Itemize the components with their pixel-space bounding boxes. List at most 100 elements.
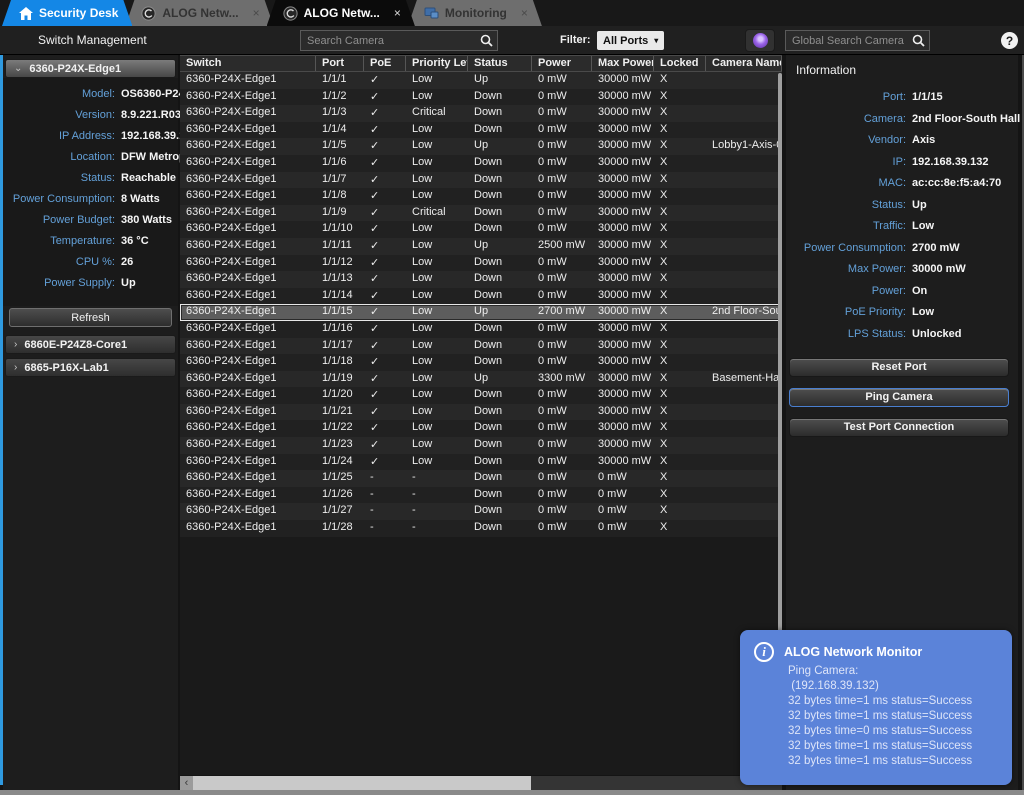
table-row-port-1-1-5[interactable]: 6360-P24X-Edge11/1/5✓LowUp0 mW30000 mWXL…: [180, 138, 782, 155]
table-row-port-1-1-17[interactable]: 6360-P24X-Edge11/1/17✓LowDown0 mW30000 m…: [180, 338, 782, 355]
table-cell: 0 mW: [532, 354, 592, 371]
sidebar-item-switch-3[interactable]: ›6865-P16X-Lab1: [5, 358, 176, 377]
refresh-button[interactable]: Refresh: [9, 308, 172, 327]
table-row-port-1-1-3[interactable]: 6360-P24X-Edge11/1/3✓CriticalDown0 mW300…: [180, 105, 782, 122]
table-cell: 6360-P24X-Edge1: [180, 321, 316, 338]
table-cell: 30000 mW: [592, 105, 654, 122]
close-icon[interactable]: ×: [394, 6, 401, 20]
column-header-poe[interactable]: PoE: [364, 56, 406, 71]
table-cell: Down: [468, 520, 532, 537]
column-header-locked[interactable]: Locked: [654, 56, 706, 71]
column-header-max-power[interactable]: Max Power: [592, 56, 654, 71]
table-cell: 0 mW: [532, 155, 592, 172]
sidebar-item-switch-1[interactable]: ⌄ 6360-P24X-Edge1: [5, 59, 176, 78]
table-row-port-1-1-27[interactable]: 6360-P24X-Edge11/1/27--Down0 mW0 mWX: [180, 503, 782, 520]
column-header-priority-level[interactable]: Priority Level: [406, 56, 468, 71]
table-row-port-1-1-22[interactable]: 6360-P24X-Edge11/1/22✓LowDown0 mW30000 m…: [180, 420, 782, 437]
table-cell: 30000 mW: [592, 454, 654, 471]
table-cell: ✓: [364, 420, 406, 437]
close-icon[interactable]: ×: [253, 6, 260, 20]
column-header-switch[interactable]: Switch: [180, 56, 316, 71]
ping-camera-button[interactable]: Ping Camera: [789, 388, 1009, 407]
field-label: Camera:: [786, 113, 906, 125]
table-cell: ✓: [364, 72, 406, 89]
table-cell: ✓: [364, 172, 406, 189]
horizontal-scrollbar[interactable]: ‹: [180, 776, 782, 790]
global-search-input[interactable]: Global Search Camera: [785, 30, 930, 51]
table-row-port-1-1-9[interactable]: 6360-P24X-Edge11/1/9✓CriticalDown0 mW300…: [180, 205, 782, 222]
table-row-port-1-1-26[interactable]: 6360-P24X-Edge11/1/26--Down0 mW0 mWX: [180, 487, 782, 504]
tab-alog-netw[interactable]: ALOG Netw...×: [267, 0, 415, 26]
table-cell: X: [654, 437, 706, 454]
table-cell: [706, 172, 782, 189]
table-row-port-1-1-12[interactable]: 6360-P24X-Edge11/1/12✓LowDown0 mW30000 m…: [180, 255, 782, 272]
table-cell: X: [654, 520, 706, 537]
field-label: Vendor:: [786, 134, 906, 146]
search-camera-input[interactable]: Search Camera: [300, 30, 498, 51]
table-row-port-1-1-6[interactable]: 6360-P24X-Edge11/1/6✓LowDown0 mW30000 mW…: [180, 155, 782, 172]
sidebar-item-switch-2[interactable]: ›6860E-P24Z8-Core1: [5, 335, 176, 354]
column-header-status[interactable]: Status: [468, 56, 532, 71]
table-row-port-1-1-4[interactable]: 6360-P24X-Edge11/1/4✓LowDown0 mW30000 mW…: [180, 122, 782, 139]
table-row-port-1-1-16[interactable]: 6360-P24X-Edge11/1/16✓LowDown0 mW30000 m…: [180, 321, 782, 338]
table-cell: [706, 72, 782, 89]
column-header-port[interactable]: Port: [316, 56, 364, 71]
field-value: 36 °C: [121, 235, 149, 247]
tab-monitoring[interactable]: Monitoring×: [408, 0, 542, 26]
tab-alog-netw[interactable]: ALOG Netw...×: [125, 0, 273, 26]
table-row-port-1-1-23[interactable]: 6360-P24X-Edge11/1/23✓LowDown0 mW30000 m…: [180, 437, 782, 454]
table-cell: [706, 255, 782, 272]
alog-monitor-button[interactable]: [745, 29, 775, 52]
table-row-port-1-1-28[interactable]: 6360-P24X-Edge11/1/28--Down0 mW0 mWX: [180, 520, 782, 537]
table-row-port-1-1-18[interactable]: 6360-P24X-Edge11/1/18✓LowDown0 mW30000 m…: [180, 354, 782, 371]
table-cell: ✓: [364, 205, 406, 222]
table-row-port-1-1-20[interactable]: 6360-P24X-Edge11/1/20✓LowDown0 mW30000 m…: [180, 387, 782, 404]
table-row-port-1-1-7[interactable]: 6360-P24X-Edge11/1/7✓LowDown0 mW30000 mW…: [180, 172, 782, 189]
chevron-down-icon: ▾: [654, 36, 658, 45]
scrollbar-thumb[interactable]: [193, 776, 531, 790]
field-value: 380 Watts: [121, 214, 172, 226]
table-row-port-1-1-19[interactable]: 6360-P24X-Edge11/1/19✓LowUp3300 mW30000 …: [180, 371, 782, 388]
table-row-port-1-1-14[interactable]: 6360-P24X-Edge11/1/14✓LowDown0 mW30000 m…: [180, 288, 782, 305]
column-header-camera-name[interactable]: Camera Name: [706, 56, 782, 71]
table-cell: 6360-P24X-Edge1: [180, 404, 316, 421]
search-icon[interactable]: [907, 34, 929, 47]
field-label: MAC:: [786, 177, 906, 189]
table-cell: 6360-P24X-Edge1: [180, 105, 316, 122]
tab-security-desk[interactable]: Security Desk: [2, 0, 132, 26]
table-cell: Low: [406, 437, 468, 454]
table-cell: Down: [468, 205, 532, 222]
table-cell: 30000 mW: [592, 387, 654, 404]
table-cell: ✓: [364, 304, 406, 321]
table-row-port-1-1-25[interactable]: 6360-P24X-Edge11/1/25--Down0 mW0 mWX: [180, 470, 782, 487]
table-row-port-1-1-2[interactable]: 6360-P24X-Edge11/1/2✓LowDown0 mW30000 mW…: [180, 89, 782, 106]
test-port-connection-button[interactable]: Test Port Connection: [789, 418, 1009, 437]
field-value: ac:cc:8e:f5:a4:70: [912, 177, 1001, 189]
table-cell: Down: [468, 122, 532, 139]
scroll-left-arrow-icon[interactable]: ‹: [180, 776, 193, 790]
table-row-port-1-1-11[interactable]: 6360-P24X-Edge11/1/11✓LowUp2500 mW30000 …: [180, 238, 782, 255]
table-cell: ✓: [364, 288, 406, 305]
table-row-port-1-1-13[interactable]: 6360-P24X-Edge11/1/13✓LowDown0 mW30000 m…: [180, 271, 782, 288]
column-header-power[interactable]: Power: [532, 56, 592, 71]
notification-toast[interactable]: i ALOG Network Monitor Ping Camera: (192…: [740, 630, 1012, 785]
reset-port-button[interactable]: Reset Port: [789, 358, 1009, 377]
close-icon[interactable]: ×: [521, 6, 528, 20]
table-row-port-1-1-21[interactable]: 6360-P24X-Edge11/1/21✓LowDown0 mW30000 m…: [180, 404, 782, 421]
table-row-port-1-1-15[interactable]: 6360-P24X-Edge11/1/15✓LowUp2700 mW30000 …: [180, 304, 782, 321]
table-row-port-1-1-1[interactable]: 6360-P24X-Edge11/1/1✓LowUp0 mW30000 mWX: [180, 72, 782, 89]
filter-dropdown[interactable]: All Ports ▾: [597, 31, 664, 50]
field-value: On: [912, 285, 927, 297]
table-cell: Critical: [406, 105, 468, 122]
table-cell: Up: [468, 371, 532, 388]
table-row-port-1-1-10[interactable]: 6360-P24X-Edge11/1/10✓LowDown0 mW30000 m…: [180, 221, 782, 238]
table-row-port-1-1-8[interactable]: 6360-P24X-Edge11/1/8✓LowDown0 mW30000 mW…: [180, 188, 782, 205]
table-cell: X: [654, 354, 706, 371]
field-row: Status:Up: [786, 199, 1012, 211]
window-bottom-border: [0, 790, 1024, 795]
table-row-port-1-1-24[interactable]: 6360-P24X-Edge11/1/24✓LowDown0 mW30000 m…: [180, 454, 782, 471]
help-icon[interactable]: ?: [1001, 32, 1018, 49]
table-cell: 0 mW: [592, 503, 654, 520]
table-cell: X: [654, 338, 706, 355]
search-icon[interactable]: [475, 34, 497, 47]
